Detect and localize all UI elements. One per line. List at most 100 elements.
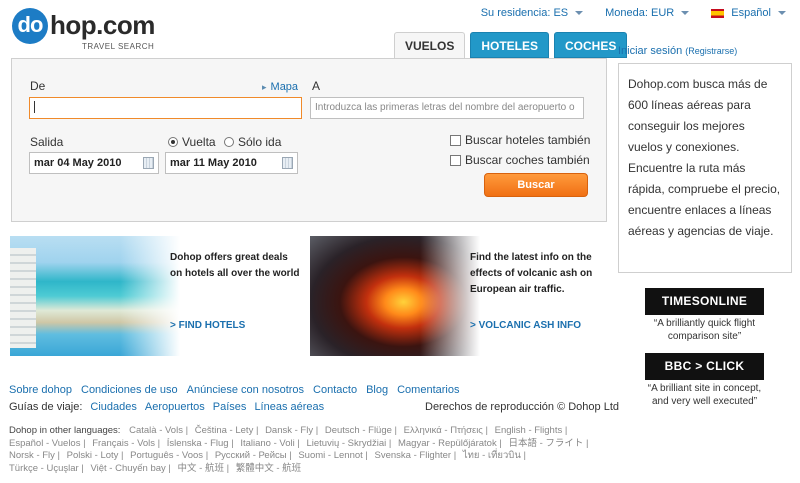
bbc-click-logo: BBC > CLICK [645, 353, 764, 380]
times-logo-b: ONLINE [700, 294, 748, 308]
to-label: A [312, 79, 321, 93]
language-link[interactable]: Ελληνικά - Πτήσεις | [404, 425, 488, 436]
language-link[interactable]: Dansk - Fly | [265, 425, 318, 436]
dohop-logo[interactable]: do hop.com TRAVEL SEARCH [12, 8, 162, 51]
login-area: Iniciar sesión (Registrarse) [618, 45, 737, 57]
logo-wordmark: hop.com [50, 10, 155, 40]
guide-link-airports[interactable]: Aeropuertos [145, 401, 205, 413]
volcanic-ash-link[interactable]: > VOLCANIC ASH INFO [470, 320, 581, 331]
check-hotels[interactable]: Buscar hoteles también [450, 133, 590, 147]
tab-hoteles[interactable]: HOTELES [470, 32, 550, 58]
language-link[interactable]: 中文 - 航班 | [178, 463, 230, 474]
travel-guides: Guías de viaje: Ciudades Aeropuertos Paí… [9, 401, 324, 413]
flight-search-form: De Mapa A Introduzca las primeras letras… [11, 58, 607, 222]
radio-return-label: Vuelta [182, 135, 216, 149]
language-link[interactable]: Català - Vols | [129, 425, 188, 436]
map-link[interactable]: Mapa [262, 81, 299, 93]
language-link[interactable]: Magyar - Repülőjáratok | [398, 438, 502, 449]
checkbox-icon [450, 134, 461, 146]
bbc-logo-b: > CLICK [695, 359, 745, 373]
language-link[interactable]: Svenska - Flighter | [375, 450, 457, 461]
bbc-quote: “A brilliant site in concept, and very w… [647, 383, 762, 407]
volcano-promo-text: Find the latest info on the effects of v… [470, 252, 593, 295]
language-link[interactable]: Lietuvių - Skrydžiai | [306, 438, 391, 449]
language-link[interactable]: ไทย - เที่ยวบิน | [463, 450, 526, 461]
from-input[interactable] [29, 97, 302, 119]
language-label: Español [731, 7, 771, 19]
currency-label: Moneda: EUR [605, 7, 675, 19]
language-link[interactable]: English - Flights | [495, 425, 568, 436]
depart-label: Salida [30, 135, 64, 149]
login-link[interactable]: Iniciar sesión [618, 45, 682, 57]
guides-label: Guías de viaje: [9, 401, 83, 413]
times-online-badge: TIMESONLINE “A brilliantly quick flight … [645, 288, 764, 343]
copyright: Derechos de reproducción © Dohop Ltd [425, 401, 619, 413]
footer-link-contact[interactable]: Contacto [313, 384, 357, 396]
register-link[interactable]: (Registrarse) [685, 46, 737, 56]
language-link[interactable]: Italiano - Voli | [240, 438, 300, 449]
tab-coches[interactable]: COCHES [554, 32, 628, 58]
radio-oneway-label: Sólo ida [238, 135, 282, 149]
language-link[interactable]: Íslenska - Flug | [167, 438, 234, 449]
language-link[interactable]: Việt - Chuyến bay | [90, 463, 170, 474]
radio-oneway[interactable]: Sólo ida [224, 135, 281, 149]
bbc-click-badge: BBC > CLICK “A brilliant site in concept… [645, 353, 764, 408]
other-languages: Dohop in other languages: Català - Vols … [9, 425, 599, 475]
radio-selected-icon [168, 137, 178, 147]
language-link[interactable]: Norsk - Fly | [9, 450, 60, 461]
chevron-down-icon [778, 11, 786, 15]
return-date-input[interactable]: mar 11 May 2010 [165, 152, 298, 174]
footer-link-blog[interactable]: Blog [366, 384, 388, 396]
radio-return[interactable]: Vuelta [168, 135, 216, 149]
tab-vuelos[interactable]: VUELOS [394, 32, 466, 59]
hotels-promo-text: Dohop offers great deals on hotels all o… [170, 252, 300, 279]
guide-link-airlines[interactable]: Líneas aéreas [254, 401, 324, 413]
checkbox-icon [450, 154, 461, 166]
residence-selector[interactable]: Su residencia: ES [480, 7, 584, 19]
currency-selector[interactable]: Moneda: EUR [605, 7, 690, 19]
hotels-promo: Dohop offers great deals on hotels all o… [10, 236, 302, 356]
language-link[interactable]: Español - Vuelos | [9, 438, 86, 449]
hotel-building-image [10, 248, 36, 348]
text-cursor [34, 101, 35, 114]
footer-link-comments[interactable]: Comentarios [397, 384, 459, 396]
language-link[interactable]: Suomi - Lennot | [298, 450, 368, 461]
language-link[interactable]: Polski - Loty | [67, 450, 124, 461]
check-cars-label: Buscar coches también [465, 153, 590, 167]
search-button[interactable]: Buscar [484, 173, 588, 197]
language-link[interactable]: 日本語 - フライト | [508, 438, 588, 449]
find-hotels-link[interactable]: > FIND HOTELS [170, 320, 245, 331]
languages-label: Dohop in other languages: [9, 425, 121, 436]
language-link[interactable]: Русский - Рейсы | [215, 450, 292, 461]
residence-label: Su residencia: ES [480, 7, 569, 19]
from-label: De [30, 79, 46, 93]
times-logo-a: TIMES [661, 294, 701, 308]
footer-link-about[interactable]: Sobre dohop [9, 384, 72, 396]
to-input[interactable]: Introduzca las primeras letras del nombr… [310, 97, 584, 119]
language-link[interactable]: Čeština - Lety | [195, 425, 259, 436]
language-link[interactable]: Français - Vols | [92, 438, 160, 449]
return-date-value: mar 11 May 2010 [170, 157, 257, 169]
check-hotels-label: Buscar hoteles también [465, 133, 591, 147]
depart-date-value: mar 04 May 2010 [34, 157, 122, 169]
depart-date-input[interactable]: mar 04 May 2010 [29, 152, 159, 174]
footer-nav: Sobre dohop Condiciones de uso Anúnciese… [9, 384, 459, 396]
language-selector[interactable]: Español [711, 7, 786, 19]
volcano-promo: Find the latest info on the effects of v… [310, 236, 602, 356]
top-settings-bar: Su residencia: ES Moneda: EUR Español [481, 7, 786, 19]
chevron-down-icon [681, 11, 690, 15]
calendar-icon[interactable] [282, 157, 293, 169]
footer-link-advertise[interactable]: Anúnciese con nosotros [187, 384, 304, 396]
bbc-logo-a: BBC [664, 359, 692, 373]
guide-link-countries[interactable]: Países [213, 401, 247, 413]
language-link[interactable]: Português - Voos | [130, 450, 208, 461]
logo-badge: do [12, 8, 48, 44]
language-link[interactable]: 繁體中文 - 航班 [236, 463, 301, 474]
footer-link-terms[interactable]: Condiciones de uso [81, 384, 178, 396]
calendar-icon[interactable] [143, 157, 154, 169]
guide-link-cities[interactable]: Ciudades [90, 401, 136, 413]
language-link[interactable]: Türkçe - Uçuşlar | [9, 463, 84, 474]
info-box: Dohop.com busca más de 600 líneas aéreas… [618, 63, 792, 273]
check-cars[interactable]: Buscar coches también [450, 153, 590, 167]
language-link[interactable]: Deutsch - Flüge | [325, 425, 397, 436]
